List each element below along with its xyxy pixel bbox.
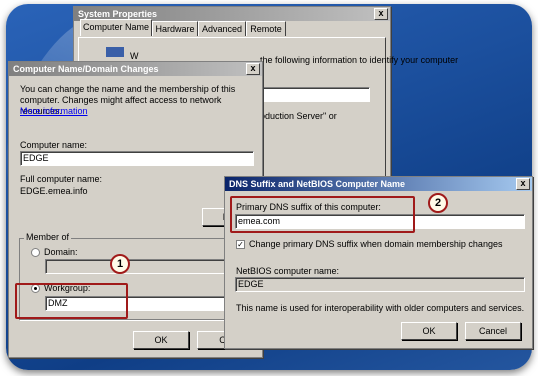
tab-remote[interactable]: Remote: [246, 21, 286, 36]
ok-button[interactable]: OK: [133, 331, 189, 349]
ok-button[interactable]: OK: [401, 322, 457, 340]
computer-icon: [106, 47, 124, 57]
change-dns-checkbox[interactable]: ✓: [236, 240, 245, 249]
netbios-field: EDGE: [235, 277, 525, 292]
system-properties-title: System Properties: [78, 9, 158, 19]
member-of-label: Member of: [24, 232, 72, 242]
change-dns-label: Change primary DNS suffix when domain me…: [249, 239, 503, 249]
dns-suffix-dialog-title: DNS Suffix and NetBIOS Computer Name: [229, 179, 406, 189]
computer-name-field[interactable]: EDGE: [20, 151, 254, 166]
dns-suffix-dialog-titlebar[interactable]: DNS Suffix and NetBIOS Computer Name x: [225, 177, 532, 191]
tab-computer-name[interactable]: Computer Name: [80, 19, 152, 36]
callout-2: 2: [428, 193, 448, 213]
screenshot-frame: System Properties x Computer Name Hardwa…: [0, 0, 538, 376]
domain-label: Domain:: [44, 247, 78, 257]
tab-advanced[interactable]: Advanced: [198, 21, 246, 36]
close-icon[interactable]: x: [516, 178, 530, 190]
cancel-button[interactable]: Cancel: [465, 322, 521, 340]
domain-radio[interactable]: [31, 248, 40, 257]
full-computer-name-label: Full computer name:: [20, 174, 103, 184]
computer-name-dialog-titlebar[interactable]: Computer Name/Domain Changes x: [9, 62, 262, 76]
more-information-link[interactable]: More information: [20, 106, 88, 116]
close-icon[interactable]: x: [374, 8, 388, 20]
workgroup-highlight: [15, 283, 128, 319]
production-server-text: oduction Server" or: [260, 111, 337, 121]
computer-name-dialog-title: Computer Name/Domain Changes: [13, 64, 159, 74]
full-computer-name-value: EDGE.emea.info: [20, 186, 88, 196]
netbios-label: NetBIOS computer name:: [236, 266, 340, 276]
interoperability-note: This name is used for interoperability w…: [236, 303, 525, 313]
computer-description-field[interactable]: [260, 87, 370, 102]
tab-hardware[interactable]: Hardware: [152, 21, 198, 36]
system-description-w: W: [130, 51, 139, 61]
close-icon[interactable]: x: [246, 63, 260, 75]
system-description-text: the following information to identify yo…: [260, 55, 459, 65]
callout-1: 1: [110, 254, 130, 274]
domain-field[interactable]: [45, 259, 250, 274]
computer-name-label: Computer name:: [20, 140, 88, 150]
primary-dns-highlight: [230, 196, 415, 233]
